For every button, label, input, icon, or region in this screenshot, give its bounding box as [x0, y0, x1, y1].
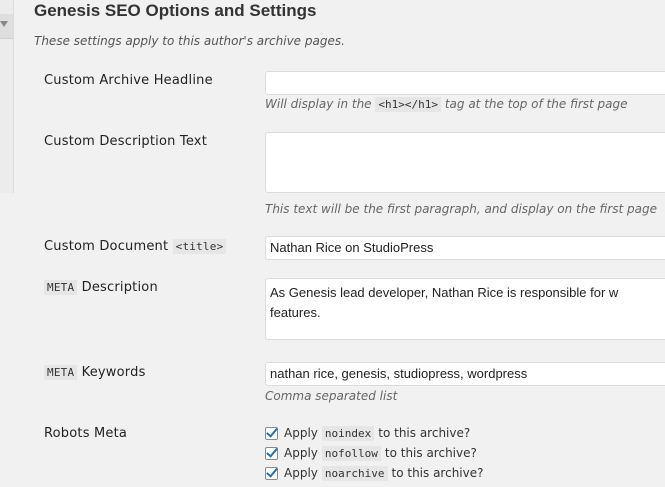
meta-description-label-text: Description — [81, 280, 158, 295]
description-text-label: Custom Description Text — [44, 134, 207, 149]
check-icon — [266, 464, 278, 478]
nofollow-code: nofollow — [321, 445, 381, 461]
chevron-down-icon[interactable] — [0, 21, 8, 27]
robots-meta-label: Robots Meta — [44, 426, 128, 441]
intro-text: These settings apply to this author's ar… — [34, 34, 345, 48]
meta-description-textarea[interactable]: As Genesis lead developer, Nathan Rice i… — [265, 278, 665, 340]
robots-option-noindex[interactable]: Apply noindex to this archive? — [265, 424, 471, 441]
headline-hint-after: tag at the top of the first page — [444, 97, 628, 111]
noarchive-suffix: to this archive? — [391, 466, 484, 480]
meta-keywords-label-code: META — [44, 365, 78, 380]
meta-keywords-input[interactable]: nathan rice, genesis, studiopress, wordp… — [265, 362, 665, 386]
check-icon — [266, 444, 278, 458]
doc-title-label: Custom Document <title> — [44, 239, 227, 254]
noindex-prefix: Apply — [284, 426, 318, 440]
nofollow-prefix: Apply — [284, 446, 318, 460]
meta-description-label-code: META — [44, 280, 78, 295]
headline-label: Custom Archive Headline — [44, 73, 213, 88]
page-title: Genesis SEO Options and Settings — [34, 1, 317, 20]
doc-title-label-text: Custom Document — [44, 239, 169, 254]
noarchive-checkbox[interactable] — [265, 464, 278, 480]
headline-hint: Will display in the <h1></h1> tag at the… — [265, 97, 628, 112]
doc-title-input[interactable]: Nathan Rice on StudioPress — [265, 236, 665, 260]
description-text-hint: This text will be the first paragraph, a… — [265, 202, 657, 216]
robots-option-nofollow[interactable]: Apply nofollow to this archive? — [265, 444, 477, 461]
noindex-checkbox[interactable] — [265, 424, 278, 440]
meta-keywords-hint: Comma separated list — [265, 389, 398, 403]
headline-input[interactable] — [265, 71, 665, 95]
noindex-code: noindex — [321, 425, 375, 441]
check-icon — [266, 424, 278, 438]
description-text-textarea[interactable] — [265, 132, 665, 193]
noarchive-code: noarchive — [321, 465, 388, 481]
nofollow-suffix: to this archive? — [384, 446, 477, 460]
meta-description-label: META Description — [44, 280, 158, 295]
headline-hint-before: Will display in the — [265, 97, 372, 111]
meta-keywords-label-text: Keywords — [81, 365, 146, 380]
meta-keywords-label: META Keywords — [44, 365, 146, 380]
noindex-suffix: to this archive? — [378, 426, 471, 440]
robots-option-noarchive[interactable]: Apply noarchive to this archive? — [265, 464, 484, 481]
headline-hint-code: <h1></h1> — [375, 97, 441, 112]
nofollow-checkbox[interactable] — [265, 444, 278, 460]
noarchive-prefix: Apply — [284, 466, 318, 480]
doc-title-label-code: <title> — [172, 239, 227, 254]
